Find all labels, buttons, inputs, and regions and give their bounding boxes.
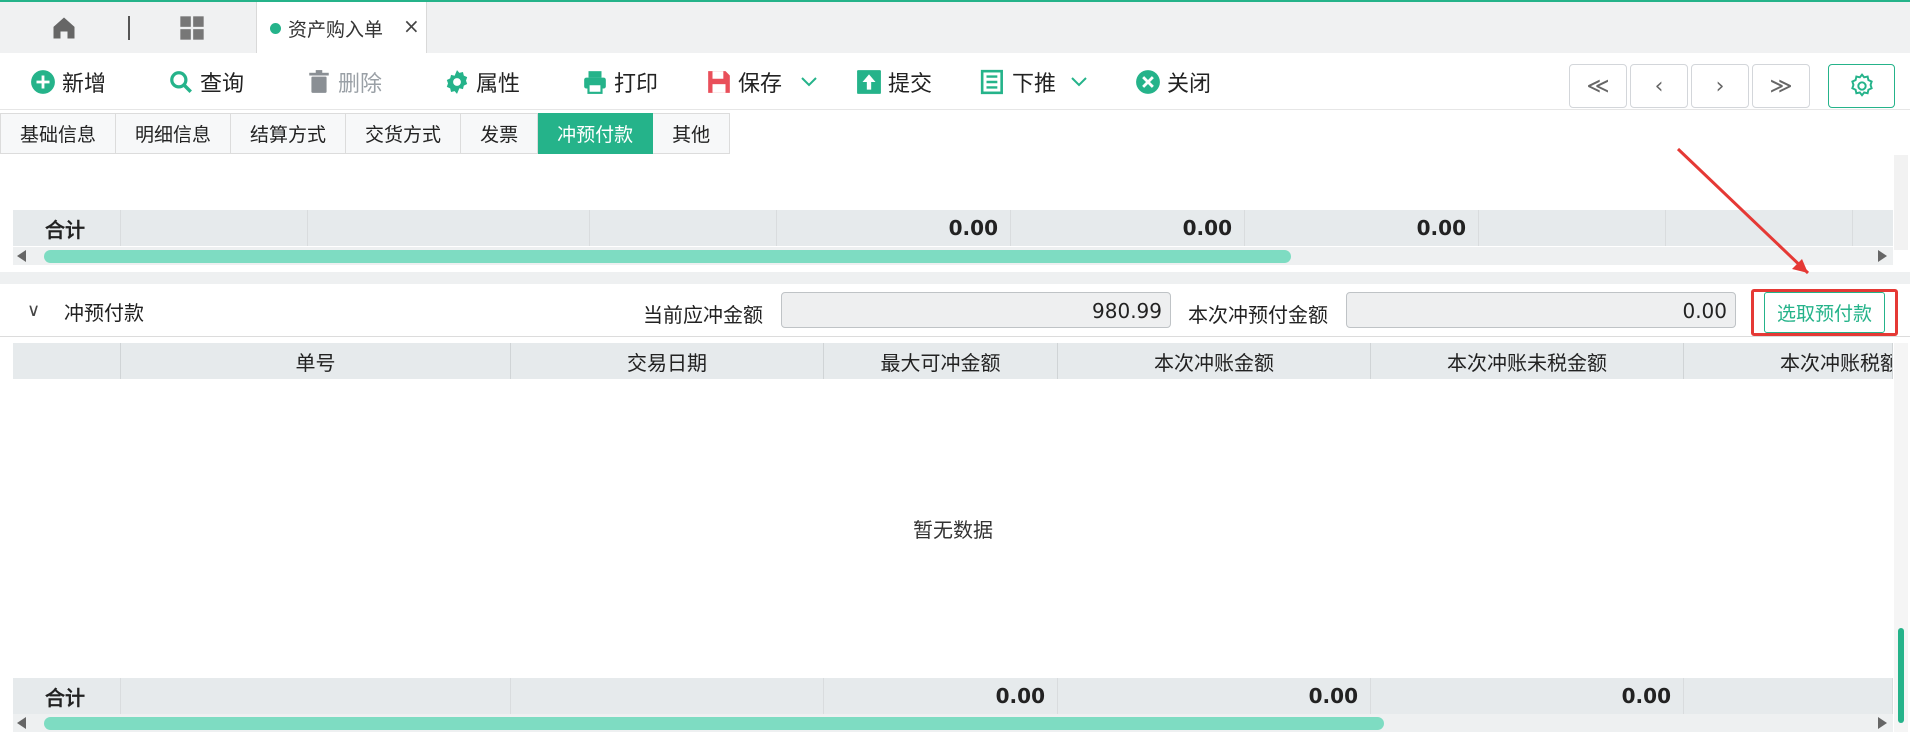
tab-divider: [128, 16, 130, 40]
add-label: 新增: [62, 72, 107, 97]
select-prepayment-button[interactable]: 选取预付款: [1763, 292, 1885, 333]
select-prepayment-highlight: 选取预付款: [1751, 289, 1898, 336]
scroll-right-icon[interactable]: [1878, 250, 1887, 262]
upload-icon: [857, 70, 881, 94]
total-label: 合计: [13, 210, 121, 246]
double-right-icon: ≫: [1769, 73, 1793, 99]
save-button[interactable]: 保存: [706, 67, 818, 97]
total-value: 0.00: [1371, 678, 1684, 714]
add-button[interactable]: 新增: [30, 67, 106, 97]
prepayment-grid: 单号 交易日期 最大可冲金额 本次冲账金额 本次冲账未税金额 本次冲账税额 暂无…: [13, 343, 1893, 732]
last-record-button[interactable]: ≫: [1752, 64, 1810, 108]
scroll-right-icon[interactable]: [1878, 717, 1887, 729]
total-value: 0.00: [1245, 210, 1479, 246]
close-tab-icon[interactable]: ×: [403, 14, 420, 38]
home-icon[interactable]: [50, 14, 78, 42]
column-header[interactable]: 最大可冲金额: [824, 343, 1058, 379]
upper-vertical-scrollbar[interactable]: [1894, 155, 1908, 250]
this-prepay-label: 本次冲预付金额: [1188, 303, 1328, 327]
next-record-button[interactable]: ›: [1691, 64, 1749, 108]
tab-basic-info[interactable]: 基础信息: [0, 113, 117, 154]
scroll-left-icon[interactable]: [17, 717, 26, 729]
section-tabs: 基础信息 明细信息 结算方式 交货方式 发票 冲预付款 其他: [0, 113, 731, 154]
this-prepay-amount-field[interactable]: 0.00: [1346, 292, 1736, 328]
scroll-thumb[interactable]: [44, 717, 1384, 730]
double-left-icon: ≪: [1586, 73, 1610, 99]
upper-horizontal-scrollbar[interactable]: [13, 247, 1893, 265]
lower-vertical-scrollbar[interactable]: [1894, 343, 1908, 732]
section-title: 冲预付款: [64, 301, 144, 325]
tab-detail-info[interactable]: 明细信息: [116, 113, 232, 154]
column-header[interactable]: 本次冲账税额: [1684, 343, 1893, 379]
query-button[interactable]: 查询: [168, 67, 244, 97]
annotation-arrow-icon: [1676, 147, 1810, 275]
toolbar: 新增 查询 删除 属性 打印 保存 提交 下推 关闭 ≪ ‹ › ≫: [0, 53, 1910, 110]
properties-button[interactable]: 属性: [444, 67, 520, 97]
column-header[interactable]: 单号: [121, 343, 511, 379]
total-value: 0.00: [1011, 210, 1245, 246]
active-dot-icon: [270, 23, 281, 34]
previous-record-button[interactable]: ‹: [1630, 64, 1688, 108]
push-down-label: 下推: [1012, 72, 1057, 97]
top-tab-bar: 资产购入单 ×: [0, 0, 1910, 55]
chevron-right-icon: ›: [1715, 73, 1725, 99]
properties-label: 属性: [476, 72, 521, 97]
document-list-icon: [980, 69, 1003, 95]
printer-icon: [584, 71, 606, 94]
save-disk-icon: [708, 71, 730, 93]
empty-state-text: 暂无数据: [913, 518, 993, 542]
submit-button[interactable]: 提交: [856, 67, 932, 97]
lower-total-row: 合计 0.00 0.00 0.00: [13, 678, 1893, 714]
vertical-scroll-thumb[interactable]: [1898, 628, 1904, 723]
tab-invoice[interactable]: 发票: [461, 113, 539, 154]
print-button[interactable]: 打印: [582, 67, 658, 97]
prepayment-section-header: ∨ 冲预付款 当前应冲金额 980.99 本次冲预付金额 0.00 选取预付款: [0, 285, 1910, 337]
save-label: 保存: [738, 72, 783, 97]
current-offset-amount-field: 980.99: [781, 292, 1171, 328]
close-button[interactable]: 关闭: [1135, 67, 1211, 97]
tab-other[interactable]: 其他: [653, 113, 731, 154]
push-down-button[interactable]: 下推: [980, 67, 1088, 97]
current-offset-label: 当前应冲金额: [643, 303, 763, 327]
first-record-button[interactable]: ≪: [1569, 64, 1627, 108]
column-header[interactable]: 本次冲账金额: [1058, 343, 1371, 379]
section-divider: [0, 272, 1910, 284]
column-header[interactable]: 交易日期: [511, 343, 824, 379]
search-icon: [170, 71, 192, 93]
upper-grid: 合计 0.00 0.00 0.00: [13, 155, 1893, 265]
close-label: 关闭: [1167, 72, 1212, 97]
trash-icon: [309, 70, 329, 93]
total-label: 合计: [13, 678, 121, 714]
chevron-down-icon[interactable]: [1070, 76, 1088, 88]
delete-button[interactable]: 删除: [306, 67, 382, 97]
tab-delivery[interactable]: 交货方式: [346, 113, 462, 154]
chevron-down-icon[interactable]: [800, 76, 818, 88]
plus-circle-icon: [31, 70, 55, 94]
grid-header-row: 单号 交易日期 最大可冲金额 本次冲账金额 本次冲账未税金额 本次冲账税额: [13, 343, 1893, 379]
total-value: 0.00: [1058, 678, 1371, 714]
print-label: 打印: [614, 72, 659, 97]
lower-horizontal-scrollbar[interactable]: [13, 714, 1893, 732]
tab-prepayment-offset[interactable]: 冲预付款: [538, 113, 654, 154]
total-value: 0.00: [824, 678, 1058, 714]
scroll-left-icon[interactable]: [17, 250, 26, 262]
document-tab-label: 资产购入单: [288, 19, 384, 41]
close-circle-icon: [1136, 70, 1160, 94]
total-value: 0.00: [777, 210, 1011, 246]
submit-label: 提交: [888, 72, 933, 97]
apps-grid-icon[interactable]: [178, 14, 206, 42]
document-tab[interactable]: 资产购入单 ×: [256, 2, 427, 55]
column-header[interactable]: 本次冲账未税金额: [1371, 343, 1684, 379]
gear-icon: [446, 70, 468, 94]
tab-settlement[interactable]: 结算方式: [231, 113, 347, 154]
collapse-chevron-icon[interactable]: ∨: [27, 300, 40, 321]
chevron-left-icon: ‹: [1654, 73, 1664, 99]
query-label: 查询: [200, 72, 245, 97]
upper-total-row: 合计 0.00 0.00 0.00: [13, 210, 1893, 246]
scroll-thumb[interactable]: [44, 250, 1291, 263]
settings-gear-icon: [1850, 73, 1873, 97]
delete-label: 删除: [338, 72, 383, 97]
settings-button[interactable]: [1828, 64, 1895, 108]
